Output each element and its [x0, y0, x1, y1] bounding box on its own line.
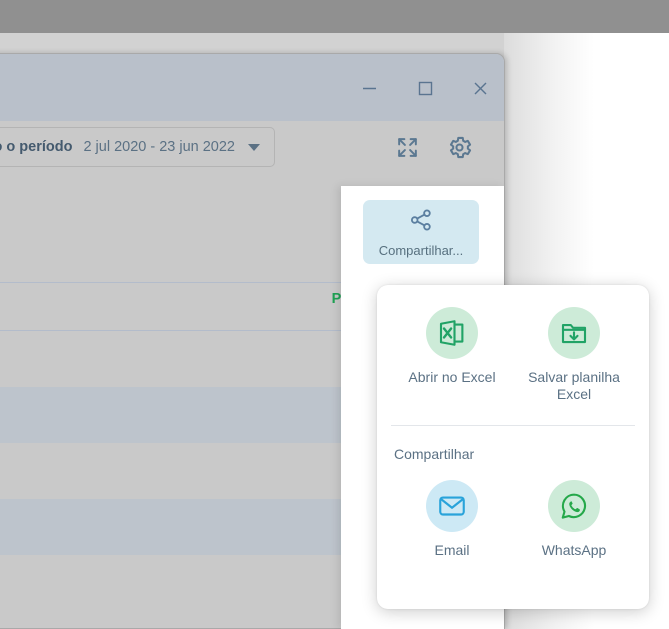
fullscreen-button[interactable] [387, 127, 427, 167]
minimize-button[interactable] [348, 68, 390, 108]
desktop-top-band [0, 0, 669, 33]
share-email-option[interactable]: Email [391, 480, 513, 559]
share-whatsapp-label: WhatsApp [541, 542, 607, 558]
folder-download-icon [548, 307, 600, 359]
share-button-label: Compartilhar... [378, 242, 464, 258]
close-button[interactable] [459, 68, 501, 108]
save-excel-sheet-option[interactable]: Salvar planilha Excel [513, 307, 635, 403]
date-range-value: 2 jul 2020 - 23 jun 2022 [83, 139, 236, 155]
open-in-excel-option[interactable]: Abrir no Excel [391, 307, 513, 403]
date-range-label: Todo o período [0, 139, 73, 155]
save-excel-sheet-label: Salvar planilha Excel [528, 369, 620, 402]
share-options-group: Email WhatsApp [391, 480, 635, 559]
gear-icon[interactable] [439, 127, 479, 167]
maximize-button[interactable] [404, 68, 446, 108]
share-whatsapp-option[interactable]: WhatsApp [513, 480, 635, 559]
whatsapp-icon [548, 480, 600, 532]
window-title-bar [0, 54, 504, 121]
share-popup-menu: Abrir no Excel Salvar planilha Excel Com… [377, 285, 649, 609]
share-email-label: Email [434, 542, 470, 558]
share-section-title: Compartilhar [394, 446, 475, 462]
share-button[interactable]: Compartilhar... [363, 200, 479, 264]
date-range-selector[interactable]: Todo o período 2 jul 2020 - 23 jun 2022 [0, 127, 276, 167]
open-in-excel-label: Abrir no Excel [408, 369, 496, 385]
export-options-group: Abrir no Excel Salvar planilha Excel [391, 285, 635, 403]
chevron-down-icon [248, 143, 261, 151]
toolbar: Todo o período 2 jul 2020 - 23 jun 2022 [0, 121, 504, 174]
excel-icon [426, 307, 478, 359]
envelope-icon [426, 480, 478, 532]
share-icon [408, 207, 434, 238]
